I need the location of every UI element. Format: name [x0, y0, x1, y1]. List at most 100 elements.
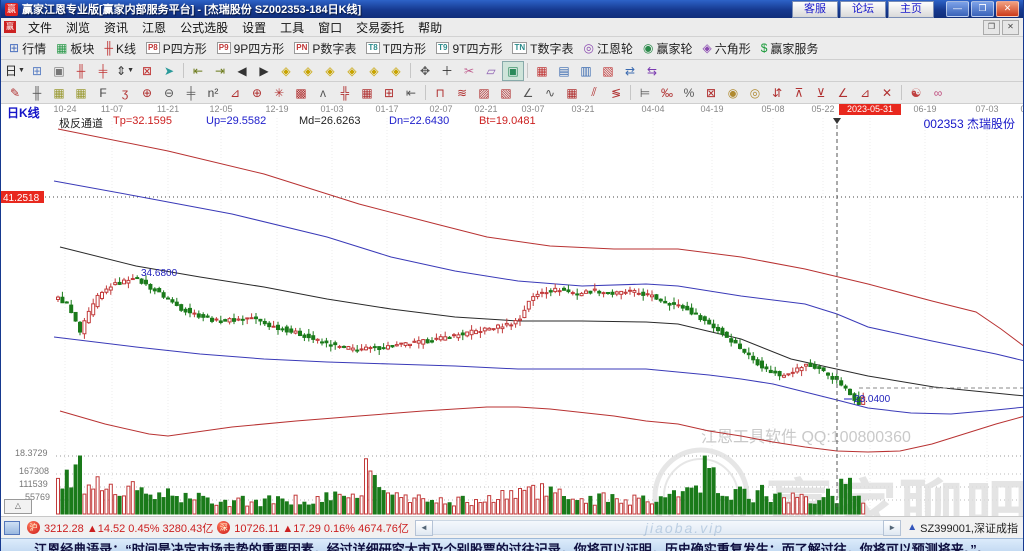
calendar-icon[interactable]: ▦	[531, 61, 553, 81]
starburst-tool-icon[interactable]: ✳	[268, 83, 290, 103]
wave-tool-icon[interactable]: ʌ	[312, 83, 334, 103]
zoom-in-x-icon[interactable]: ◈	[297, 61, 319, 81]
restore-button[interactable]: ❐	[971, 1, 994, 17]
infinity-icon[interactable]: ∞	[927, 83, 949, 103]
scroll-left-button[interactable]: ◄	[414, 519, 433, 536]
percent-box-tool-icon[interactable]: ⊠	[700, 83, 722, 103]
menu-help[interactable]: 帮助	[411, 18, 449, 37]
price-grid-tool-icon[interactable]: ▦	[70, 83, 92, 103]
zoom-out-x-icon[interactable]: ◈	[275, 61, 297, 81]
updown-tool-icon[interactable]: ⇵	[766, 83, 788, 103]
hatch2-tool-icon[interactable]: ≶	[605, 83, 627, 103]
quotes-button[interactable]: ⊞ 行情	[4, 38, 51, 58]
t-number-table-button[interactable]: TN T数字表	[507, 38, 578, 58]
golden-circle-tool-icon[interactable]: ◉	[722, 83, 744, 103]
taiji-icon[interactable]: ☯	[905, 83, 927, 103]
trend-angle-tool-icon[interactable]: ∠	[832, 83, 854, 103]
compress-x-icon[interactable]: ◈	[341, 61, 363, 81]
indicator-window-icon[interactable]: ⊠	[136, 61, 158, 81]
expand-y-icon[interactable]: ◈	[363, 61, 385, 81]
sine-tool-icon[interactable]: ∿	[539, 83, 561, 103]
n-square-tool-icon[interactable]: n²	[202, 83, 224, 103]
save-icon[interactable]: ▥	[575, 61, 597, 81]
menu-trade[interactable]: 交易委托	[349, 18, 411, 37]
scroll-right-button[interactable]: ►	[883, 519, 902, 536]
gann-wheel-button[interactable]: ◎ 江恩轮	[578, 38, 638, 58]
kline-style-icon-1[interactable]: ╫	[70, 61, 92, 81]
last-bar-icon[interactable]: ⇥	[209, 61, 231, 81]
horizontal-scrollbar[interactable]: ◄ ► jiaoba.vip	[414, 519, 902, 536]
kline-button[interactable]: ╫ K线	[99, 38, 141, 58]
quote-grid-icon[interactable]	[4, 520, 20, 535]
square-grid-tool-icon[interactable]: ▩	[290, 83, 312, 103]
nine-p-square-button[interactable]: P9 9P四方形	[212, 38, 289, 58]
box-select-tool-icon[interactable]: ⊓	[429, 83, 451, 103]
nine-t-square-button[interactable]: T9 9T四方形	[431, 38, 507, 58]
hexagon-button[interactable]: ◈ 六角形	[697, 38, 755, 58]
compass-tool-icon[interactable]: ⊖	[158, 83, 180, 103]
shenzhen-index-icon[interactable]: 深	[217, 521, 231, 534]
shade-grid2-tool-icon[interactable]: ▧	[495, 83, 517, 103]
angle-tool-icon[interactable]: ∠	[517, 83, 539, 103]
remote-icon[interactable]: ⇆	[641, 61, 663, 81]
fib-tool-icon[interactable]: F	[92, 83, 114, 103]
eraser-icon[interactable]: ▱	[480, 61, 502, 81]
select-box-icon[interactable]: ▣	[502, 60, 524, 81]
scissors-icon[interactable]: ✂	[458, 61, 480, 81]
calculator-icon[interactable]: ▤	[553, 61, 575, 81]
menu-window[interactable]: 窗口	[311, 18, 349, 37]
shade-grid-tool-icon[interactable]: ▨	[473, 83, 495, 103]
chart-svg[interactable]: 赢家聊吧江恩工具软件 QQ:10080036034.680023.040041.…	[1, 104, 1023, 516]
span-arrow-tool-icon[interactable]: ⇤	[400, 83, 422, 103]
winner-wheel-button[interactable]: ◉ 赢家轮	[638, 38, 698, 58]
cross-tool-icon[interactable]: ✕	[876, 83, 898, 103]
crosshair-tool-icon[interactable]: ＋	[436, 61, 458, 81]
first-bar-icon[interactable]: ⇤	[187, 61, 209, 81]
period-selector[interactable]: 日 ▼	[4, 61, 26, 81]
flag-icon[interactable]: ➤	[158, 61, 180, 81]
angle-up-tool-icon[interactable]: ⊼	[788, 83, 810, 103]
kline-style-icon-2[interactable]: ╪	[92, 61, 114, 81]
sectors-button[interactable]: ▦ 板块	[51, 38, 99, 58]
red-grid-tool-icon[interactable]: ╬	[334, 83, 356, 103]
print-icon[interactable]: ▧	[597, 61, 619, 81]
forum-button[interactable]: 论坛	[840, 0, 886, 18]
menu-formula-picker[interactable]: 公式选股	[173, 18, 235, 37]
percent-tool-icon[interactable]: %	[678, 83, 700, 103]
triangle-tool-icon[interactable]: ⊿	[854, 83, 876, 103]
mdi-restore-button[interactable]: ❐	[983, 19, 1000, 35]
matrix-tool-icon[interactable]: ⊞	[378, 83, 400, 103]
time-grid-tool-icon[interactable]: ▦	[48, 83, 70, 103]
gann-line-tool-icon[interactable]: ╫	[26, 83, 48, 103]
spiral-tool-icon[interactable]: ʒ	[114, 83, 136, 103]
bar-style-dropdown[interactable]: ⇕ ▼	[114, 61, 136, 81]
pane-expander-button[interactable]: △	[4, 499, 32, 514]
ratio-tool-icon[interactable]: ⊨	[634, 83, 656, 103]
angle-down-tool-icon[interactable]: ⊻	[810, 83, 832, 103]
red-grid2-tool-icon[interactable]: ▦	[356, 83, 378, 103]
close-button[interactable]: ✕	[996, 1, 1019, 17]
menu-tools[interactable]: 工具	[273, 18, 311, 37]
compress-y-icon[interactable]: ◈	[385, 61, 407, 81]
expand-x-icon[interactable]: ◈	[319, 61, 341, 81]
minimize-button[interactable]: —	[946, 1, 969, 17]
hatch-tool-icon[interactable]: ⫽	[583, 83, 605, 103]
winner-service-button[interactable]: $ 赢家服务	[756, 38, 824, 58]
next-bar-icon[interactable]: ▶	[253, 61, 275, 81]
prev-bar-icon[interactable]: ◀	[231, 61, 253, 81]
menu-news[interactable]: 资讯	[97, 18, 135, 37]
mdi-close-button[interactable]: ✕	[1002, 19, 1019, 35]
pen-tool-icon[interactable]: ✎	[4, 83, 26, 103]
protractor-tool-icon[interactable]: ⊿	[224, 83, 246, 103]
shanghai-index-icon[interactable]: 沪	[27, 521, 40, 534]
permille-tool-icon[interactable]: ‰	[656, 83, 678, 103]
gann-fan-tool-icon[interactable]: ⊕	[246, 83, 268, 103]
menu-gann[interactable]: 江恩	[135, 18, 173, 37]
p-number-table-button[interactable]: PN P数字表	[289, 38, 361, 58]
info-icon[interactable]: ▣	[48, 61, 70, 81]
window-grid-icon[interactable]: ⊞	[26, 61, 48, 81]
menu-settings[interactable]: 设置	[235, 18, 273, 37]
network-icon[interactable]: ⇄	[619, 61, 641, 81]
index-shortcut[interactable]: ▲ SZ399001,深证成指	[907, 520, 1023, 536]
menu-browse[interactable]: 浏览	[59, 18, 97, 37]
